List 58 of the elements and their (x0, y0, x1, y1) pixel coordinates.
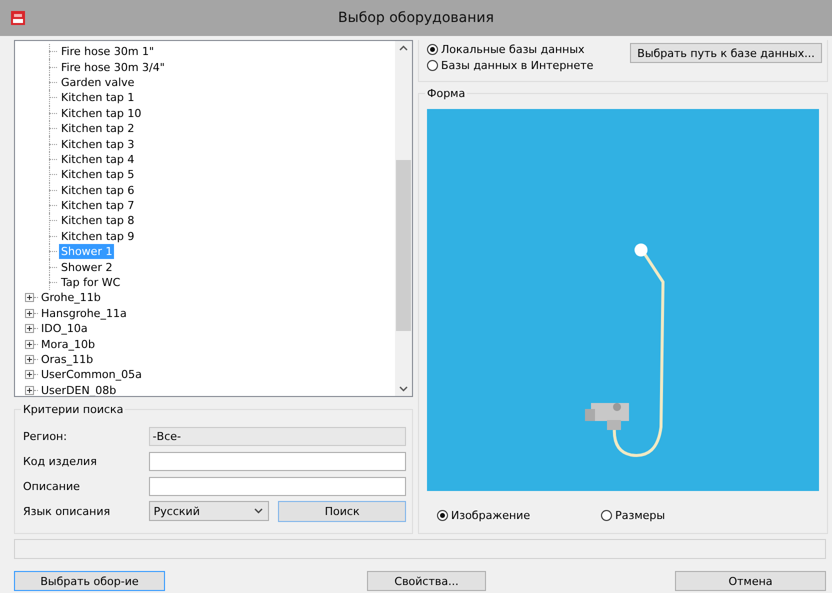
tree-item[interactable]: Kitchen tap 5 (59, 167, 136, 182)
field-label: Язык описания (23, 504, 112, 518)
radio-button[interactable] (427, 60, 438, 71)
tree-item[interactable]: Mora_10b (39, 336, 97, 352)
window-title: Выбор оборудования (337, 10, 495, 26)
field-label: Код изделия (23, 454, 98, 468)
tree-item[interactable]: Shower 2 (59, 260, 114, 275)
language-dropdown[interactable]: Русский (148, 501, 270, 521)
radio-label[interactable]: Локальные базы данных (441, 43, 585, 56)
tree-item[interactable]: Oras_11b (39, 352, 96, 367)
tree-item[interactable]: Kitchen tap 10 (59, 106, 144, 121)
field-label: Регион: (23, 430, 68, 442)
tree-item[interactable]: UserDEN_08b (39, 382, 118, 396)
expand-icon[interactable] (25, 308, 34, 318)
app-icon (10, 10, 26, 26)
scroll-down-icon[interactable] (399, 386, 408, 392)
group-title: Критерии поиска (21, 403, 126, 416)
scrollbar[interactable] (395, 41, 412, 396)
tree-item[interactable]: Kitchen tap 6 (59, 182, 136, 198)
expand-icon[interactable] (25, 355, 34, 364)
tree-item[interactable]: Kitchen tap 4 (59, 152, 136, 167)
search-button[interactable]: Поиск (278, 500, 406, 522)
tree-item[interactable]: Hansgrohe_11a (39, 306, 129, 321)
scroll-thumb[interactable] (396, 160, 411, 331)
tree-item[interactable]: Fire hose 30m 3/4" (59, 60, 167, 75)
tree-item[interactable]: Grohe_11b (39, 290, 103, 306)
tree-item[interactable]: Tap for WC (59, 275, 122, 290)
tree-item[interactable]: Garden valve (59, 74, 136, 90)
tree-item[interactable]: Kitchen tap 2 (59, 121, 136, 136)
dialog-button[interactable]: Выбрать обор-ие (14, 571, 165, 591)
radio-label[interactable]: Изображение (451, 509, 530, 522)
input-field[interactable] (148, 476, 406, 496)
radio-button[interactable] (437, 510, 448, 521)
tree-item[interactable]: Kitchen tap 1 (59, 90, 136, 106)
input-field[interactable] (148, 452, 406, 470)
tree-item[interactable]: Kitchen tap 7 (59, 198, 136, 214)
tree-item[interactable]: IDO_10a (39, 321, 90, 336)
radio-label[interactable]: Базы данных в Интернете (441, 59, 594, 72)
choose-path-button[interactable]: Выбрать путь к базе данных... (630, 43, 822, 63)
scroll-up-icon[interactable] (399, 45, 408, 51)
tree-item[interactable]: Kitchen tap 8 (59, 213, 136, 228)
expand-icon[interactable] (25, 386, 34, 395)
expand-icon[interactable] (25, 293, 34, 302)
tree-item[interactable]: Kitchen tap 9 (59, 228, 136, 244)
field-label: Описание (23, 480, 81, 492)
tree-item[interactable]: Kitchen tap 3 (59, 136, 136, 152)
expand-icon[interactable] (25, 340, 34, 349)
radio-button[interactable] (427, 44, 438, 55)
caret-icon (254, 508, 264, 514)
dialog-button[interactable]: Свойства... (367, 571, 486, 591)
dialog-button[interactable]: Отмена (675, 571, 826, 591)
group-title: Форма (425, 87, 468, 100)
radio-button[interactable] (601, 510, 612, 521)
radio-label[interactable]: Размеры (615, 509, 666, 522)
tree-item[interactable]: UserCommon_05a (39, 367, 144, 382)
expand-icon[interactable] (25, 324, 34, 334)
tree-item[interactable]: Fire hose 30m 1" (59, 44, 156, 60)
expand-icon[interactable] (25, 370, 34, 380)
